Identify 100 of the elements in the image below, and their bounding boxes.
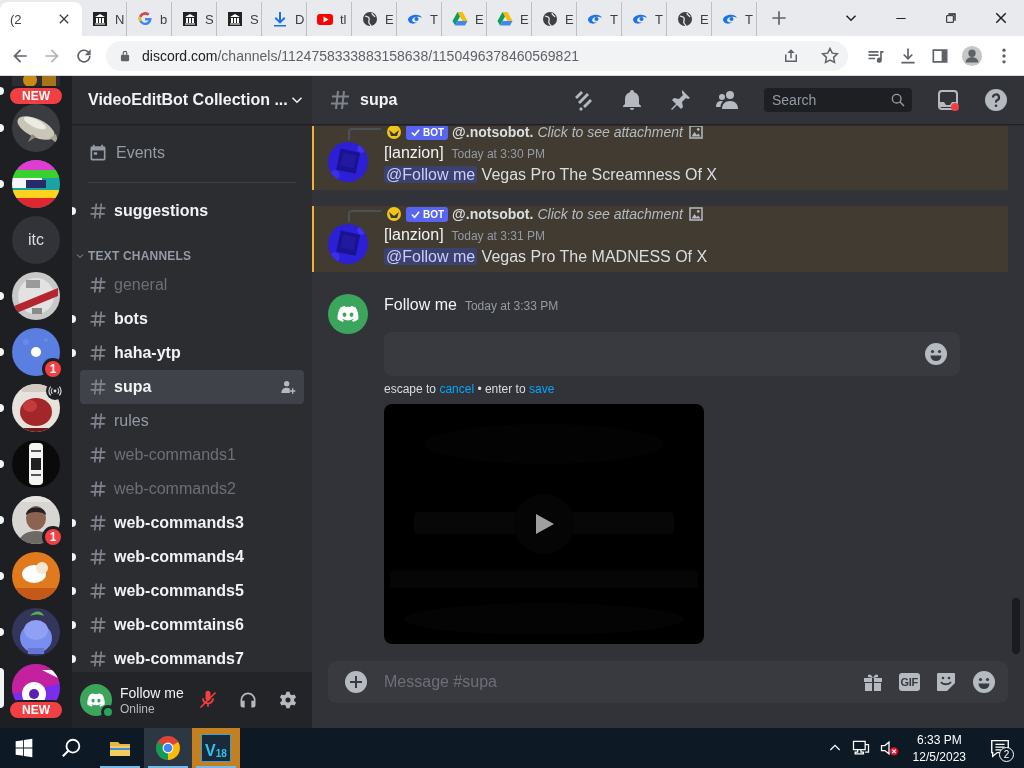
members-icon[interactable] bbox=[716, 88, 740, 112]
browser-tab[interactable]: (2 bbox=[0, 2, 82, 36]
timestamp: Today at 3:33 PM bbox=[464, 299, 559, 313]
building-icon bbox=[92, 11, 108, 27]
add-icon[interactable] bbox=[344, 670, 368, 694]
reply-author[interactable]: @.notsobot. bbox=[452, 124, 534, 140]
gif-button[interactable]: GIF bbox=[898, 673, 920, 691]
image-icon bbox=[686, 124, 705, 141]
muted-microphone-icon[interactable] bbox=[198, 690, 218, 710]
notification-count: 2 bbox=[999, 747, 1014, 762]
bot-label: BOT bbox=[423, 208, 445, 220]
hash-icon bbox=[88, 275, 108, 295]
profile-icon[interactable] bbox=[961, 44, 983, 67]
message-input[interactable]: Message #supa GIF bbox=[328, 661, 1008, 703]
image-icon bbox=[686, 205, 705, 223]
avatar-icon[interactable] bbox=[80, 684, 112, 716]
category-header[interactable]: TEXT CHANNELS bbox=[74, 248, 304, 264]
hash-icon bbox=[88, 581, 108, 601]
hash-icon bbox=[88, 547, 108, 567]
search-field[interactable]: Search bbox=[764, 88, 912, 112]
channel-item[interactable]: web-commands5 bbox=[80, 574, 304, 608]
message-edit-field[interactable] bbox=[384, 332, 960, 376]
globe-icon bbox=[362, 11, 378, 27]
search-icon[interactable] bbox=[61, 737, 83, 759]
avatar-icon[interactable] bbox=[328, 294, 368, 334]
controller-icon bbox=[86, 690, 106, 710]
emoji-icon[interactable] bbox=[972, 670, 996, 694]
timestamp: Today at 3:31 PM bbox=[451, 229, 545, 243]
server-header[interactable]: VideoEditBot Collection ... bbox=[72, 76, 312, 124]
channel-title: supa bbox=[360, 91, 399, 109]
taskbar-app[interactable]: V18 bbox=[192, 728, 240, 768]
clock[interactable]: 6:33 PM 12/5/2023 bbox=[912, 732, 966, 764]
new-badge: NEW bbox=[8, 700, 64, 720]
unread-count: 1 bbox=[42, 358, 64, 380]
bell-icon[interactable] bbox=[620, 88, 644, 112]
author-name[interactable]: [lanzion] bbox=[384, 226, 444, 244]
server-icon[interactable]: itc bbox=[12, 216, 60, 264]
taskbar-app[interactable] bbox=[144, 728, 192, 768]
channel-item[interactable]: web-commands7 bbox=[80, 642, 304, 672]
app-icon: V18 bbox=[201, 734, 231, 762]
hash-icon bbox=[88, 411, 108, 431]
g-icon bbox=[137, 11, 153, 27]
message-text: @Follow me Vegas Pro The Screamness Of X bbox=[384, 165, 718, 185]
scrollbar-thumb[interactable] bbox=[1012, 598, 1020, 654]
sticker-icon[interactable] bbox=[934, 670, 958, 694]
channel-item[interactable]: supa bbox=[80, 370, 304, 404]
headphones-icon[interactable] bbox=[238, 690, 258, 710]
globe-icon bbox=[677, 11, 693, 27]
reply-author[interactable]: @.notsobot. bbox=[452, 206, 534, 222]
reply-preview[interactable]: Click to see attachment bbox=[537, 206, 683, 222]
channel-item[interactable]: suggestions bbox=[80, 194, 304, 228]
settings-icon[interactable] bbox=[278, 690, 298, 710]
save-link[interactable]: save bbox=[528, 382, 555, 396]
add-member-icon[interactable] bbox=[280, 379, 296, 395]
hash-icon bbox=[328, 88, 352, 112]
plus-icon[interactable] bbox=[769, 8, 789, 28]
chrome-icon bbox=[155, 735, 181, 761]
reply-preview[interactable]: Click to see attachment bbox=[537, 124, 683, 140]
emoji-icon[interactable] bbox=[924, 342, 948, 366]
channel-item[interactable]: web-commands4 bbox=[80, 540, 304, 574]
hash-icon bbox=[88, 513, 108, 533]
message-text: @Follow me Vegas Pro The MADNESS Of X bbox=[384, 247, 709, 267]
star-icon[interactable] bbox=[820, 45, 840, 66]
user-status: Online bbox=[120, 701, 156, 716]
cancel-link[interactable]: cancel bbox=[439, 382, 475, 396]
timestamp: Today at 3:30 PM bbox=[451, 147, 545, 161]
hash-icon bbox=[88, 309, 108, 329]
events-item[interactable]: Events bbox=[80, 136, 304, 170]
author-name[interactable]: Follow me bbox=[384, 296, 457, 314]
broadcast-icon bbox=[48, 384, 62, 398]
hash-icon bbox=[88, 377, 108, 397]
bot-label: BOT bbox=[423, 126, 445, 138]
check-icon bbox=[410, 126, 421, 138]
channel-item[interactable]: web-commands3 bbox=[80, 506, 304, 540]
hash-icon bbox=[88, 445, 108, 465]
notification-icon[interactable] bbox=[989, 737, 1011, 759]
building-icon bbox=[182, 11, 198, 27]
calendar-icon bbox=[88, 143, 108, 163]
hash-icon bbox=[88, 343, 108, 363]
hash-icon bbox=[88, 201, 108, 221]
address-bar[interactable]: discord.com/channels/1124758333883158638/1150496378460569821 bbox=[106, 40, 848, 71]
download-icon bbox=[272, 11, 288, 27]
mention[interactable]: @Follow me bbox=[384, 166, 478, 183]
start-icon[interactable] bbox=[14, 738, 34, 758]
inbox-icon[interactable] bbox=[936, 88, 960, 112]
channel-item[interactable]: bots bbox=[80, 302, 304, 336]
unread-count: 1 bbox=[42, 526, 64, 548]
help-icon[interactable] bbox=[984, 88, 1008, 112]
channel-item[interactable]: haha-ytp bbox=[80, 336, 304, 370]
mention[interactable]: @Follow me bbox=[384, 248, 478, 265]
author-name[interactable]: [lanzion] bbox=[384, 144, 444, 162]
channel-item[interactable]: rules bbox=[80, 404, 304, 438]
lock-icon bbox=[118, 48, 132, 63]
search-icon bbox=[890, 92, 906, 108]
hash-icon bbox=[88, 615, 108, 635]
restore-icon[interactable] bbox=[943, 10, 959, 26]
video-play-icon bbox=[317, 11, 333, 27]
user-name: Follow me bbox=[120, 684, 184, 701]
channel-item[interactable]: web-commtains6 bbox=[80, 608, 304, 642]
muted-speaker-icon[interactable] bbox=[878, 738, 899, 758]
